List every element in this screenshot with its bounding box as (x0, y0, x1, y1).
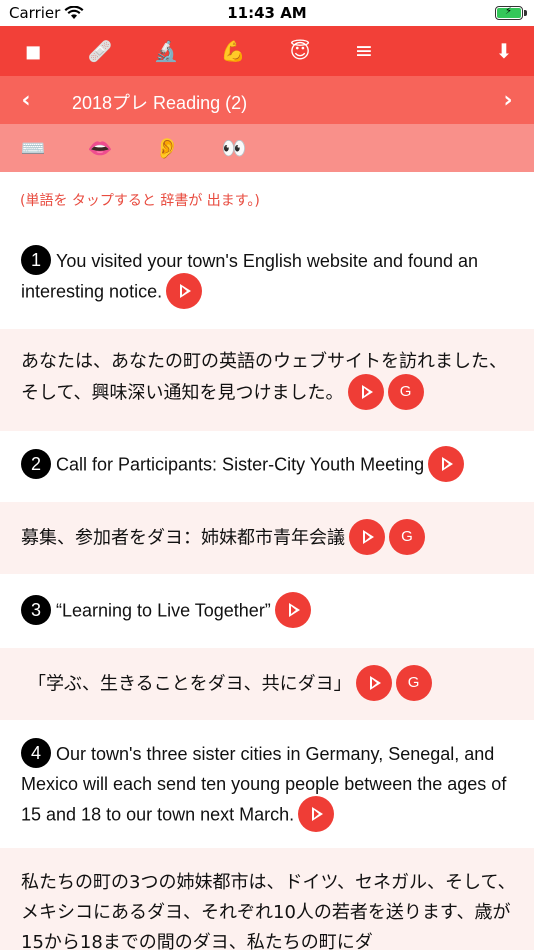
eraser-icon[interactable]: 🩹 (76, 26, 124, 76)
sentence-row-ja: 私たちの町の3つの姉妹都市は、ドイツ、セネガル、そして、メキシコにあるダヨ、それ… (0, 848, 534, 950)
sentence-ja-text: 「学ぶ、生きることをダヨ、共にダヨ」 (28, 673, 352, 695)
play-button[interactable] (355, 665, 392, 701)
prev-arrow-icon[interactable]: ‹ (6, 76, 46, 124)
sentence-row-en: 2 Call for Participants: Sister-City Yout… (0, 431, 534, 502)
stop-icon[interactable]: ◼ (9, 26, 57, 76)
microscope-icon[interactable]: 🔬 (142, 26, 190, 76)
play-button[interactable] (347, 374, 384, 410)
status-bar: Carrier 11:43 AM ⚡ (0, 0, 534, 26)
mode-bar: ⌨️ 👄 👂 👀 (0, 124, 534, 172)
battery-icon: ⚡ (495, 6, 523, 20)
play-button[interactable] (166, 273, 203, 309)
menu-icon[interactable]: ≡ (340, 26, 388, 76)
google-translate-button[interactable]: G (389, 519, 425, 555)
play-button[interactable] (274, 592, 311, 628)
play-button[interactable] (298, 796, 335, 832)
sentence-row-ja: 募集、参加者をダヨ：姉妹都市青年会議 G (0, 502, 534, 574)
next-arrow-icon[interactable]: › (488, 76, 528, 124)
sentence-row-en: 1 You visited your town's English website… (0, 226, 534, 329)
eyes-icon[interactable]: 👀 (212, 124, 256, 172)
nav-bar: ‹ 2018プレ Reading (2) › (0, 76, 534, 124)
play-button[interactable] (349, 519, 385, 555)
battery-cap (524, 10, 527, 16)
muscle-icon[interactable]: 💪 (209, 26, 257, 76)
toolbar: ◼ 🩹 🔬 💪 😇 ≡ ⬇ (0, 26, 534, 76)
sentence-row-ja: あなたは、あなたの町の英語のウェブサイトを訪れました、そして、興味深い通知を見つ… (0, 329, 534, 431)
sentence-en-text[interactable]: Call for Participants: Sister-City Youth… (56, 454, 424, 474)
sentence-number: 4 (21, 738, 51, 769)
status-time: 11:43 AM (227, 4, 307, 22)
sentence-ja-text: 私たちの町の3つの姉妹都市は、ドイツ、セネガル、そして、メキシコにあるダヨ、それ… (21, 872, 516, 950)
play-button[interactable] (428, 446, 465, 482)
sentence-row-en: 3 “Learning to Live Together” (0, 574, 534, 648)
sentence-en-text[interactable]: “Learning to Live Together” (56, 600, 271, 620)
download-icon[interactable]: ⬇ (480, 26, 528, 76)
angel-icon[interactable]: 😇 (276, 26, 324, 76)
sentence-en-text[interactable]: Our town's three sister cities in German… (21, 744, 506, 824)
sentence-number: 1 (21, 245, 51, 276)
page-title: 2018プレ Reading (2) (72, 93, 248, 113)
google-translate-button[interactable]: G (387, 374, 424, 410)
sentence-number: 2 (21, 448, 51, 479)
sentence-row-en: 4 Our town's three sister cities in Germa… (0, 720, 534, 848)
sentence-ja-text: 募集、参加者をダヨ：姉妹都市青年会議 (21, 527, 345, 549)
google-translate-button[interactable]: G (395, 665, 432, 701)
sentence-row-ja: 「学ぶ、生きることをダヨ、共にダヨ」 G (0, 648, 534, 720)
dictionary-hint: (単語を タップすると 辞書が 出ます。) (20, 193, 260, 209)
ear-icon[interactable]: 👂 (145, 124, 189, 172)
sentence-number: 3 (21, 594, 51, 625)
sentence-ja-text: あなたは、あなたの町の英語のウェブサイトを訪れました、そして、興味深い通知を見つ… (21, 351, 507, 404)
lips-icon[interactable]: 👄 (78, 124, 122, 172)
keyboard-icon[interactable]: ⌨️ (11, 124, 55, 172)
sentence-en-text[interactable]: You visited your town's English website … (21, 251, 478, 301)
